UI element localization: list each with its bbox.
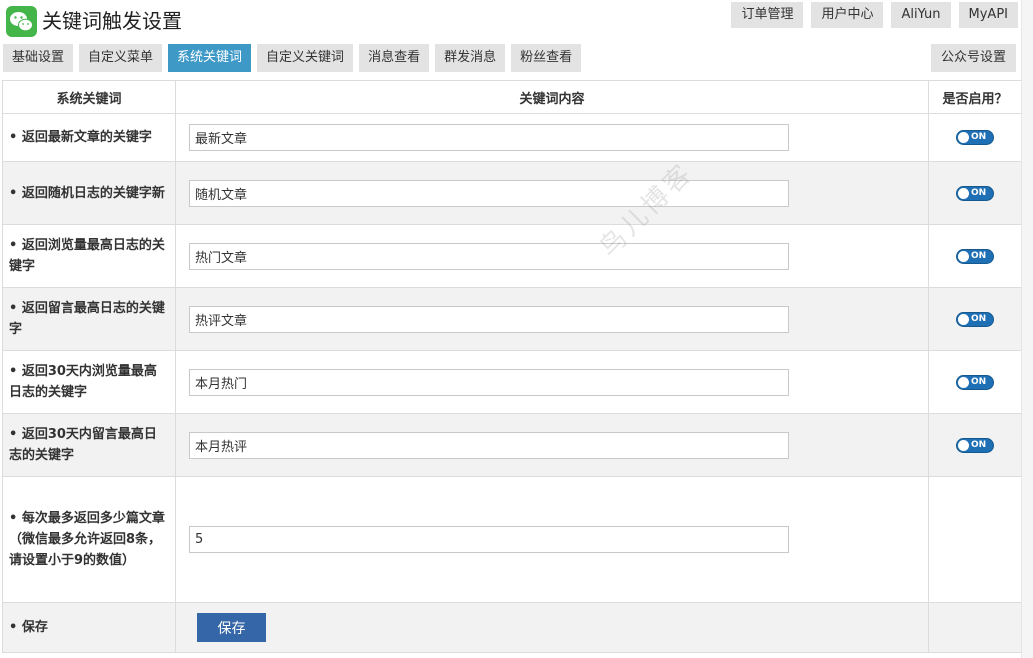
max-articles-hint: （微信最多允许返回8条，请设置小于9的数值）: [9, 532, 162, 568]
column-header-content: 关键词内容: [175, 80, 929, 114]
table-row: • 返回30天内留言最高日志的关键字 ON: [2, 413, 1022, 477]
save-button[interactable]: 保存: [197, 613, 266, 642]
tab-basic-settings[interactable]: 基础设置: [3, 44, 74, 72]
row-label: • 返回30天内浏览量最高日志的关键字: [2, 350, 176, 414]
enable-toggle[interactable]: ON: [956, 185, 994, 201]
toggle-knob: [958, 132, 969, 143]
app-header: 关键词触发设置 订单管理 用户中心 AliYun MyAPI: [0, 0, 1033, 42]
toggle-state: ON: [971, 313, 987, 324]
toggle-knob: [958, 376, 969, 388]
toggle-knob: [958, 313, 969, 325]
monthly-commented-input[interactable]: [189, 431, 789, 459]
toggle-state: ON: [971, 187, 987, 198]
tab-followers-view[interactable]: 粉丝查看: [511, 44, 582, 72]
table-row: • 返回最新文章的关键字 ON: [2, 113, 1022, 162]
row-label: • 返回浏览量最高日志的关键字: [2, 224, 176, 288]
row-label: • 返回30天内留言最高日志的关键字: [2, 413, 176, 477]
page-title: 关键词触发设置: [42, 9, 182, 33]
enable-toggle[interactable]: ON: [956, 248, 994, 264]
table-row: • 保存 保存: [2, 602, 1022, 653]
tab-account-settings[interactable]: 公众号设置: [930, 44, 1016, 72]
top-nav: 订单管理 用户中心 AliYun MyAPI: [731, 2, 1018, 28]
row-label: • 返回留言最高日志的关键字: [2, 287, 176, 351]
max-articles-label: • 每次最多返回多少篇文章: [9, 511, 165, 526]
toggle-state: ON: [971, 376, 987, 387]
toggle-state: ON: [971, 132, 987, 142]
enable-toggle[interactable]: ON: [956, 374, 994, 390]
row-label: • 返回随机日志的关键字新: [2, 161, 176, 225]
enable-toggle[interactable]: ON: [956, 437, 994, 453]
random-articles-input[interactable]: [189, 179, 789, 207]
tab-custom-keywords[interactable]: 自定义关键词: [257, 44, 354, 72]
tab-mass-message[interactable]: 群发消息: [435, 44, 506, 72]
main-tabs: 基础设置 自定义菜单 系统关键词 自定义关键词 消息查看 群发消息 粉丝查看: [3, 44, 582, 72]
column-header-keyword: 系统关键词: [2, 80, 176, 114]
toggle-state: ON: [971, 439, 987, 450]
toggle-state: ON: [971, 250, 987, 261]
aliyun-link[interactable]: AliYun: [891, 2, 951, 28]
table-row: • 返回随机日志的关键字新 ON: [2, 161, 1022, 225]
myapi-link[interactable]: MyAPI: [958, 2, 1018, 28]
scrollbar[interactable]: [1021, 0, 1033, 658]
table-row: • 返回浏览量最高日志的关键字 ON: [2, 224, 1022, 288]
toggle-knob: [958, 250, 969, 262]
order-management-link[interactable]: 订单管理: [731, 2, 804, 28]
toggle-knob: [958, 187, 969, 199]
row-label: • 每次最多返回多少篇文章 （微信最多允许返回8条，请设置小于9的数值）: [2, 476, 176, 603]
table-row: • 返回留言最高日志的关键字 ON: [2, 287, 1022, 351]
tab-system-keywords[interactable]: 系统关键词: [168, 44, 252, 72]
monthly-hot-input[interactable]: [189, 368, 789, 396]
column-header-enabled: 是否启用？: [928, 80, 1022, 114]
row-label: • 返回最新文章的关键字: [2, 113, 176, 162]
table-row: • 返回30天内浏览量最高日志的关键字 ON: [2, 350, 1022, 414]
enable-toggle[interactable]: ON: [956, 130, 994, 145]
keyword-settings-table: 系统关键词 关键词内容 是否启用？ • 返回最新文章的关键字 ON • 返回随机…: [2, 80, 1022, 653]
max-articles-input[interactable]: [189, 526, 789, 553]
enable-toggle[interactable]: ON: [956, 311, 994, 327]
row-label: • 保存: [2, 602, 176, 653]
user-center-link[interactable]: 用户中心: [811, 2, 884, 28]
wechat-logo-icon: [6, 6, 37, 37]
tab-message-view[interactable]: 消息查看: [359, 44, 430, 72]
hot-articles-input[interactable]: [189, 242, 789, 270]
most-commented-input[interactable]: [189, 305, 789, 333]
tab-custom-menu[interactable]: 自定义菜单: [79, 44, 163, 72]
latest-articles-input[interactable]: [189, 124, 789, 151]
toggle-knob: [958, 439, 969, 451]
table-row: • 每次最多返回多少篇文章 （微信最多允许返回8条，请设置小于9的数值）: [2, 476, 1022, 603]
